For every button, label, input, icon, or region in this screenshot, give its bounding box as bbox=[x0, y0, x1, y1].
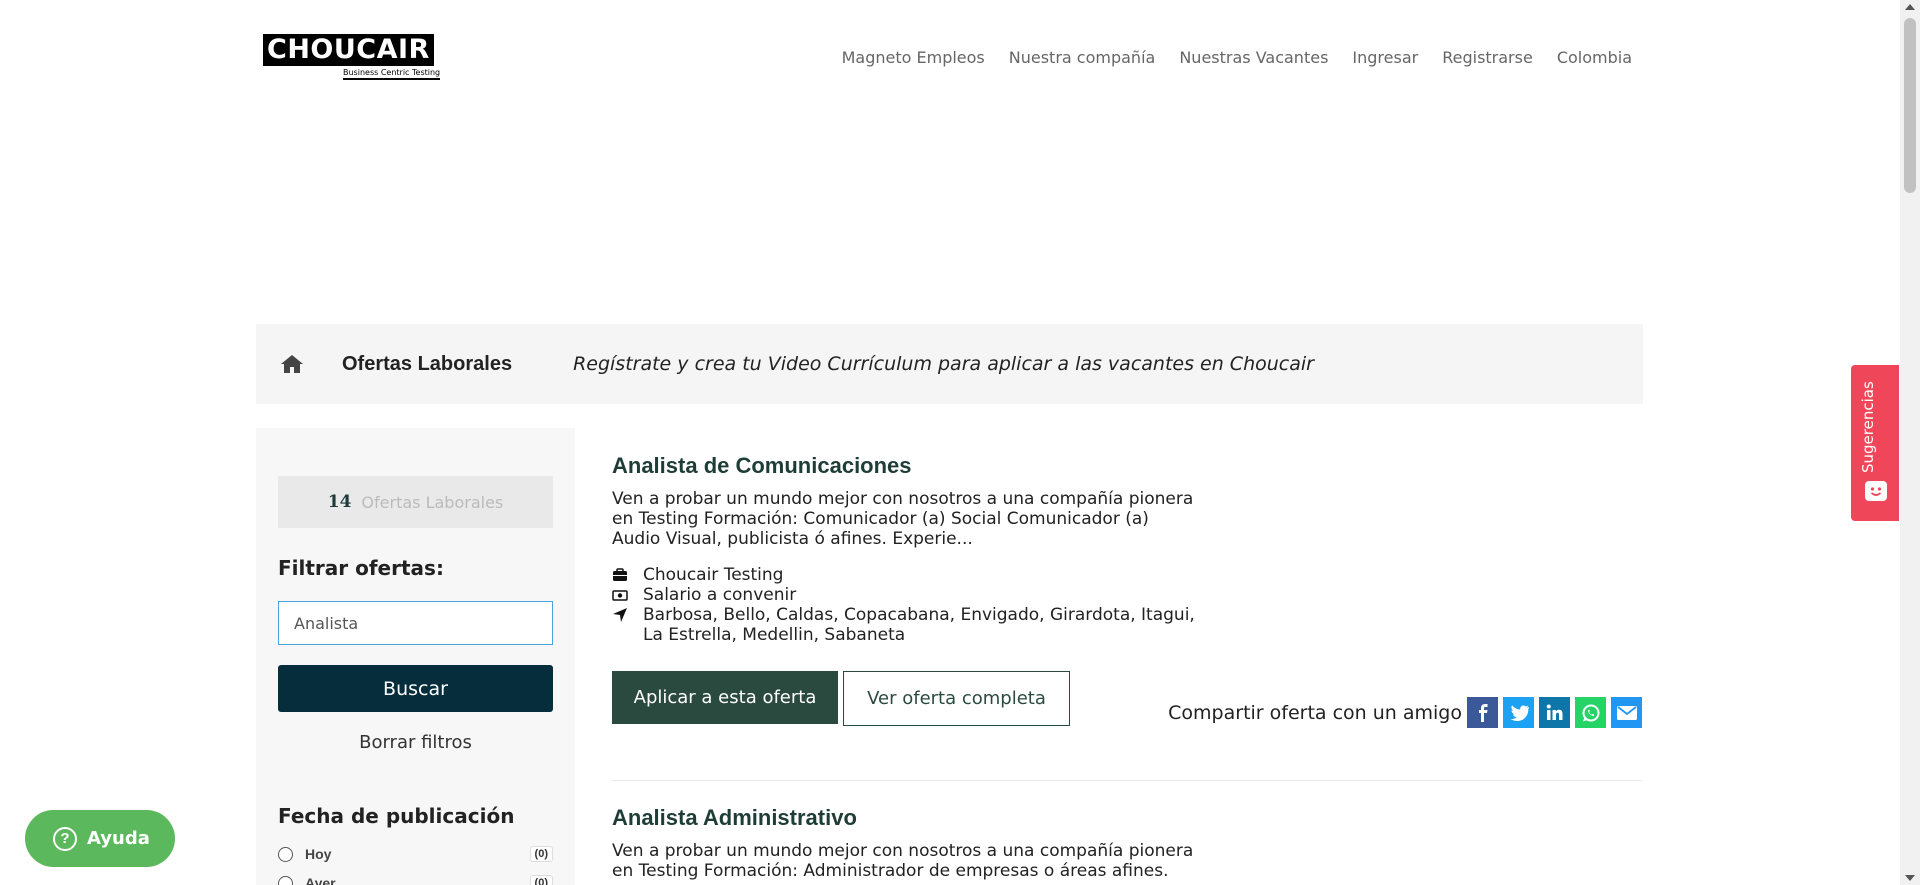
radio-button[interactable] bbox=[278, 875, 293, 885]
scroll-down-arrow-icon[interactable] bbox=[1905, 875, 1915, 881]
share-label: Compartir oferta con un amigo bbox=[1168, 701, 1462, 724]
job-company-row: Choucair Testing bbox=[612, 565, 1202, 585]
whatsapp-icon[interactable] bbox=[1575, 697, 1606, 728]
share-bar: Compartir oferta con un amigo bbox=[1168, 697, 1642, 728]
logo-wordmark: CHOUCAIR bbox=[263, 34, 434, 66]
nav-nuestra-compania[interactable]: Nuestra compañía bbox=[1009, 48, 1156, 67]
job-divider bbox=[612, 780, 1642, 781]
search-button[interactable]: Buscar bbox=[278, 665, 553, 712]
job-title[interactable]: Analista Administrativo bbox=[612, 805, 1642, 831]
date-filter-heading: Fecha de publicación bbox=[278, 804, 515, 828]
job-description: Ven a probar un mundo mejor con nosotros… bbox=[612, 841, 1194, 881]
help-button[interactable]: ? Ayuda bbox=[25, 810, 175, 867]
job-locations: Barbosa, Bello, Caldas, Copacabana, Envi… bbox=[643, 605, 1195, 645]
job-card: Analista de Comunicaciones Ven a probar … bbox=[612, 453, 1642, 728]
filter-heading: Filtrar ofertas: bbox=[278, 556, 444, 580]
offers-count: 14 bbox=[327, 492, 352, 512]
home-icon[interactable] bbox=[280, 353, 304, 375]
date-option-label: Ayer bbox=[305, 875, 336, 885]
clear-filters-link[interactable]: Borrar filtros bbox=[278, 732, 553, 753]
offers-count-label: Ofertas Laborales bbox=[361, 492, 504, 512]
page-scrollbar[interactable] bbox=[1900, 0, 1920, 885]
date-option-hoy[interactable]: Hoy (0) bbox=[278, 844, 553, 864]
register-tagline: Regístrate y crea tu Video Currículum pa… bbox=[573, 353, 1314, 375]
offers-count-box: 14 Ofertas Laborales bbox=[278, 476, 553, 528]
choucair-logo[interactable]: CHOUCAIR Business Centric Testing bbox=[263, 34, 449, 82]
twitter-icon[interactable] bbox=[1503, 697, 1534, 728]
top-navigation: Magneto Empleos Nuestra compañía Nuestra… bbox=[842, 48, 1632, 67]
search-input[interactable] bbox=[278, 601, 553, 645]
date-option-label: Hoy bbox=[305, 846, 332, 862]
page-title: Ofertas Laborales bbox=[342, 352, 513, 375]
nav-nuestras-vacantes[interactable]: Nuestras Vacantes bbox=[1179, 48, 1328, 67]
job-company: Choucair Testing bbox=[643, 565, 784, 585]
smile-icon bbox=[1865, 481, 1887, 501]
breadcrumb: Ofertas Laborales Regístrate y crea tu V… bbox=[256, 324, 1643, 404]
help-label: Ayuda bbox=[87, 828, 150, 849]
apply-button[interactable]: Aplicar a esta oferta bbox=[612, 671, 838, 724]
date-option-ayer[interactable]: Ayer (0) bbox=[278, 873, 553, 885]
filter-sidebar: 14 Ofertas Laborales Filtrar ofertas: Bu… bbox=[256, 428, 575, 885]
job-title[interactable]: Analista de Comunicaciones bbox=[612, 453, 1642, 479]
money-icon bbox=[612, 590, 628, 601]
nav-colombia[interactable]: Colombia bbox=[1557, 48, 1632, 67]
job-salary: Salario a convenir bbox=[643, 585, 797, 605]
nav-ingresar[interactable]: Ingresar bbox=[1352, 48, 1418, 67]
question-icon: ? bbox=[53, 826, 77, 851]
scroll-up-arrow-icon[interactable] bbox=[1905, 4, 1915, 10]
suggestions-label: Sugerencias bbox=[1859, 381, 1877, 473]
suggestions-tab[interactable]: Sugerencias bbox=[1851, 365, 1899, 521]
job-card: Analista Administrativo Ven a probar un … bbox=[612, 805, 1642, 881]
nav-registrarse[interactable]: Registrarse bbox=[1442, 48, 1533, 67]
radio-button[interactable] bbox=[278, 846, 293, 862]
logo-tagline: Business Centric Testing bbox=[343, 68, 441, 80]
linkedin-icon[interactable] bbox=[1539, 697, 1570, 728]
view-offer-button[interactable]: Ver oferta completa bbox=[843, 671, 1070, 726]
job-salary-row: Salario a convenir bbox=[612, 585, 1202, 605]
date-option-count: (0) bbox=[529, 846, 553, 862]
email-icon[interactable] bbox=[1611, 697, 1642, 728]
location-arrow-icon bbox=[613, 608, 627, 622]
job-meta: Choucair Testing Salario a convenir Barb… bbox=[612, 565, 1202, 645]
nav-magneto-empleos[interactable]: Magneto Empleos bbox=[842, 48, 985, 67]
briefcase-icon bbox=[613, 568, 627, 581]
job-actions: Aplicar a esta oferta Ver oferta complet… bbox=[612, 671, 1642, 728]
job-description: Ven a probar un mundo mejor con nosotros… bbox=[612, 489, 1194, 549]
facebook-icon[interactable] bbox=[1467, 697, 1498, 728]
job-location-row: Barbosa, Bello, Caldas, Copacabana, Envi… bbox=[612, 605, 1202, 645]
scroll-thumb[interactable] bbox=[1904, 18, 1916, 193]
date-option-count: (0) bbox=[529, 875, 553, 885]
